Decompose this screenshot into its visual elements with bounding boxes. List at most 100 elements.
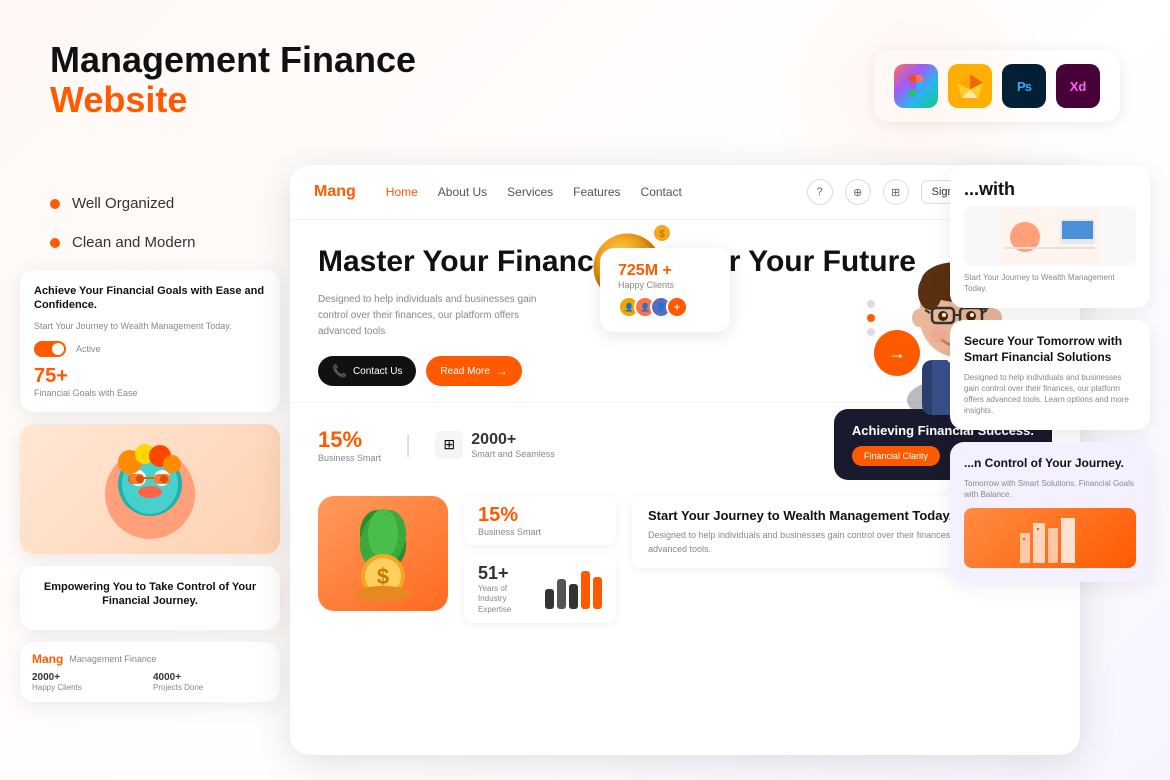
dots-indicator xyxy=(867,300,875,336)
header: Management Finance Website Ps Xd xyxy=(0,0,1170,142)
stat-label-1: Business Smart xyxy=(318,453,381,463)
art-svg xyxy=(90,434,210,544)
help-icon[interactable]: ? xyxy=(807,179,833,205)
right-card-title-2: Secure Your Tomorrow with Smart Financia… xyxy=(964,334,1136,365)
contact-button[interactable]: 📞 Contact Us xyxy=(318,356,416,386)
main-bg: Management Finance Website Ps Xd Well Or… xyxy=(0,0,1170,780)
stat-num-1: 15% xyxy=(318,427,381,453)
stat-divider: | xyxy=(405,431,411,459)
business-pct: 15% xyxy=(478,504,602,527)
read-more-button[interactable]: Read More → xyxy=(426,356,521,386)
right-card-1: ...with Start Your Journey to Wealth Man… xyxy=(950,165,1150,308)
feature-dot xyxy=(50,199,60,209)
main-title: Management Finance xyxy=(50,40,416,80)
metric-years: 51+ Years of Industry Expertise xyxy=(464,555,616,623)
dot-1 xyxy=(867,300,875,308)
bar-4-orange xyxy=(581,571,590,609)
feature-label: Clean and Modern xyxy=(72,234,195,251)
stats-num: 725M + xyxy=(618,262,712,280)
mockup-nav-links: Home About Us Services Features Contact xyxy=(386,185,777,199)
nav-home[interactable]: Home xyxy=(386,185,418,199)
globe-icon[interactable]: ⊕ xyxy=(845,179,871,205)
toggle-switch[interactable] xyxy=(34,341,66,357)
metric-business: 15% Business Smart xyxy=(464,496,616,545)
footer-mini-card: Mang Management Finance 2000+ Happy Clie… xyxy=(20,642,280,702)
footer-stat-2: 4000+ Projects Done xyxy=(153,672,268,692)
left-stat-num: 75+ xyxy=(34,365,266,388)
photoshop-icon: Ps xyxy=(1002,64,1046,108)
stat-block-1: 15% Business Smart xyxy=(318,427,381,463)
dollar-card: $ xyxy=(318,496,448,611)
years-label: Years of Industry Expertise xyxy=(478,584,533,615)
small-coin: $ xyxy=(653,224,671,242)
left-mockups: Achieve Your Financial Goals with Ease a… xyxy=(20,270,280,714)
right-card-title-3: ...n Control of Your Journey. xyxy=(964,456,1136,472)
financial-clarity-button[interactable]: Financial Clarity xyxy=(852,446,940,466)
title-block: Management Finance Website xyxy=(50,40,416,119)
footer-stat-num: 4000+ xyxy=(153,672,268,683)
toggle-label: Active xyxy=(76,344,101,354)
dollar-plant-svg: $ xyxy=(333,504,433,604)
svg-text:$: $ xyxy=(377,564,389,589)
bar-3 xyxy=(569,584,578,609)
tool-icons-container: Ps Xd xyxy=(874,50,1120,122)
right-card-desc-3: Tomorrow with Smart Solutions. Financial… xyxy=(964,478,1136,500)
sub-title: Website xyxy=(50,80,416,120)
left-art-card xyxy=(20,424,280,554)
bar-2 xyxy=(557,579,566,609)
years-num: 51+ xyxy=(478,563,533,584)
hero-desc: Designed to help individuals and busines… xyxy=(318,292,538,340)
metrics-col: 15% Business Smart 51+ Years of Industry… xyxy=(464,496,616,623)
right-card-sub-1: Start Your Journey to Wealth Management … xyxy=(964,272,1136,294)
mockup-logo: Mang xyxy=(314,183,356,201)
bars-chart xyxy=(545,569,602,609)
business-label: Business Smart xyxy=(478,527,602,537)
footer-stat-1: 2000+ Happy Clients xyxy=(32,672,147,692)
stat-label-2: Smart and Seamless xyxy=(471,449,555,459)
feature-dot xyxy=(50,238,60,248)
feature-label: Well Organized xyxy=(72,195,174,212)
stat-block-2: ⊞ 2000+ Smart and Seamless xyxy=(435,431,555,459)
bar-1 xyxy=(545,589,554,609)
feature-item: Well Organized xyxy=(50,195,195,212)
city-svg xyxy=(1015,513,1085,563)
avatar-add: + xyxy=(666,296,688,318)
empowering-title: Empowering You to Take Control of Your F… xyxy=(34,580,266,609)
mini-desk-svg xyxy=(1000,209,1100,264)
dot-3 xyxy=(867,328,875,336)
mini-sub: Management Finance xyxy=(69,654,156,664)
left-card-title: Achieve Your Financial Goals with Ease a… xyxy=(34,284,266,313)
nav-features[interactable]: Features xyxy=(573,185,620,199)
grid-icon[interactable]: ⊞ xyxy=(883,179,909,205)
avatar-group: 👤 👤 👤 + xyxy=(618,296,712,318)
right-card-image-1 xyxy=(964,206,1136,266)
stats-card: 725M + Happy Clients 👤 👤 👤 + xyxy=(600,248,730,332)
nav-contact[interactable]: Contact xyxy=(641,185,682,199)
stat-num-2: 2000+ xyxy=(471,431,555,449)
toggle-row: Active xyxy=(34,341,266,357)
footer-stat-label: Projects Done xyxy=(153,683,268,692)
right-card-2: Secure Your Tomorrow with Smart Financia… xyxy=(950,320,1150,430)
mini-logo: Mang xyxy=(32,652,63,666)
feature-item: Clean and Modern xyxy=(50,234,195,251)
left-empowering-card: Empowering You to Take Control of Your F… xyxy=(20,566,280,631)
nav-about[interactable]: About Us xyxy=(438,185,487,199)
right-card-3: ...n Control of Your Journey. Tomorrow w… xyxy=(950,442,1150,582)
dot-2-active xyxy=(867,314,875,322)
xd-icon: Xd xyxy=(1056,64,1100,108)
nav-services[interactable]: Services xyxy=(507,185,553,199)
right-card-image-2 xyxy=(964,508,1136,568)
svg-text:$: $ xyxy=(659,229,665,240)
left-stat-label: Financial Goals with Ease xyxy=(34,388,266,398)
right-mockups: ...with Start Your Journey to Wealth Man… xyxy=(950,165,1150,594)
stats-label: Happy Clients xyxy=(618,280,712,290)
sketch-icon xyxy=(948,64,992,108)
footer-stat-label: Happy Clients xyxy=(32,683,147,692)
figma-icon xyxy=(894,64,938,108)
right-card-desc-2: Designed to help individuals and busines… xyxy=(964,372,1136,417)
left-card-1: Achieve Your Financial Goals with Ease a… xyxy=(20,270,280,412)
stat-icon: ⊞ xyxy=(435,431,463,459)
footer-stats-row: 2000+ Happy Clients 4000+ Projects Done xyxy=(32,672,268,692)
left-card-sub: Start Your Journey to Wealth Management … xyxy=(34,321,266,331)
bar-5-orange xyxy=(593,577,602,609)
